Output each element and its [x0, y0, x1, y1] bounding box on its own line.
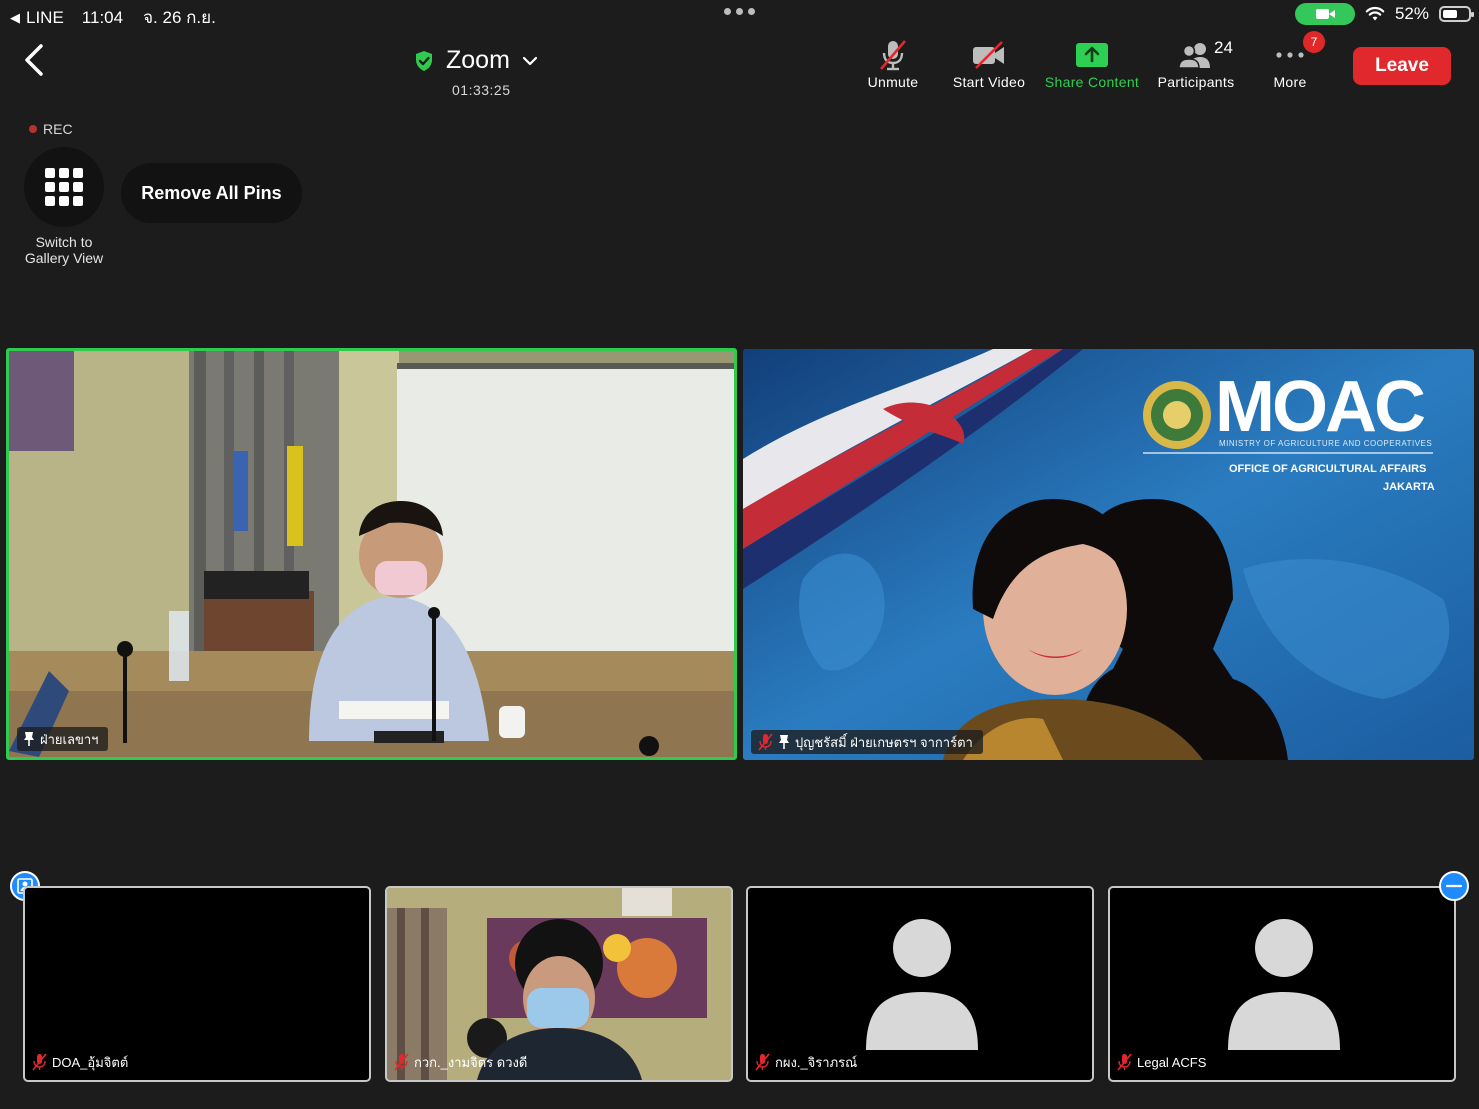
- back-to-app-icon[interactable]: ◀: [10, 10, 20, 26]
- more-notification-badge: 7: [1303, 31, 1325, 53]
- participant-name: Legal ACFS: [1137, 1054, 1207, 1070]
- more-dots-icon: [1276, 52, 1304, 58]
- video-thumbnail-3[interactable]: กผง._จิราภรณ์: [746, 886, 1094, 1082]
- muted-microphone-icon: [1117, 1053, 1132, 1071]
- recording-dot-icon: [29, 125, 37, 133]
- status-bar: ◀ LINE 11:04 จ. 26 ก.ย. 52%: [0, 0, 1479, 30]
- back-chevron-icon[interactable]: [20, 42, 50, 78]
- status-time: 11:04: [81, 7, 124, 27]
- pin-icon: [779, 735, 789, 749]
- back-app-label[interactable]: LINE: [26, 8, 64, 28]
- name-tag: Legal ACFS: [1116, 1050, 1206, 1074]
- meeting-timer: 01:33:25: [452, 82, 511, 98]
- video-tile-pinned-1[interactable]: ฝ่ายเลขาฯ: [6, 348, 737, 760]
- battery-percent: 52%: [1394, 4, 1429, 23]
- muted-microphone-icon: [755, 1053, 770, 1071]
- start-video-button[interactable]: Start Video: [946, 36, 1032, 90]
- muted-microphone-icon: [394, 1053, 409, 1071]
- status-date: จ. 26 ก.ย.: [143, 8, 216, 27]
- muted-microphone-icon: [32, 1053, 47, 1071]
- chevron-down-icon[interactable]: [522, 55, 538, 67]
- more-label: More: [1273, 74, 1307, 90]
- pin-icon: [24, 732, 34, 746]
- minimize-strip-button[interactable]: [1439, 871, 1469, 901]
- start-video-label: Start Video: [952, 74, 1026, 90]
- remove-all-pins-button[interactable]: Remove All Pins: [121, 163, 302, 223]
- battery-icon: [1439, 6, 1474, 22]
- unmute-button[interactable]: Unmute: [862, 36, 924, 90]
- recording-indicator: REC: [29, 121, 73, 137]
- share-content-label: Share Content: [1044, 74, 1140, 90]
- name-tag: ฝ่ายเลขาฯ: [17, 727, 109, 751]
- participant-name: กวก._งามจิตร ดวงดี: [414, 1054, 528, 1070]
- shield-check-icon: [416, 50, 432, 71]
- participants-icon: [1178, 43, 1210, 69]
- video-thumbnail-2[interactable]: กวก._งามจิตร ดวงดี: [385, 886, 733, 1082]
- participants-count: 24: [1214, 38, 1233, 57]
- camera-in-use-icon: [1294, 3, 1355, 25]
- video-thumbnail-1[interactable]: DOA_อุ้มจิตต์: [23, 886, 371, 1082]
- meeting-title[interactable]: Zoom: [414, 46, 538, 75]
- meeting-room-video: [9, 351, 734, 757]
- participants-label: Participants: [1157, 74, 1235, 90]
- share-content-button[interactable]: Share Content: [1040, 36, 1144, 90]
- leave-button[interactable]: Leave: [1353, 47, 1451, 85]
- recording-label: REC: [43, 121, 73, 137]
- moac-city-text: JAKARTA: [1383, 481, 1435, 493]
- unmute-label: Unmute: [867, 74, 919, 90]
- default-avatar-icon: [866, 919, 978, 1050]
- name-tag: กวก._งามจิตร ดวงดี: [393, 1050, 527, 1074]
- name-tag: กผง._จิราภรณ์: [754, 1050, 857, 1074]
- multitasking-dots-icon[interactable]: [724, 8, 755, 15]
- minus-icon: [1445, 884, 1463, 888]
- name-tag: DOA_อุ้มจิตต์: [31, 1050, 128, 1074]
- switch-to-gallery-view-button[interactable]: [24, 147, 104, 227]
- meeting-title-text[interactable]: Zoom: [446, 46, 510, 75]
- participant-name: ปุญชรัสมิ์ ฝ่ายเกษตรฯ จาการ์ตา: [795, 734, 973, 750]
- moac-ministry-text: MINISTRY OF AGRICULTURE AND COOPERATIVES: [1219, 439, 1433, 448]
- participant-name: ฝ่ายเลขาฯ: [40, 731, 99, 747]
- status-bar-right: 52%: [1294, 3, 1474, 25]
- status-bar-left[interactable]: ◀ LINE 11:04 จ. 26 ก.ย.: [10, 4, 216, 31]
- muted-microphone-icon: [758, 733, 773, 751]
- grid-icon: [45, 168, 83, 206]
- participant-name: DOA_อุ้มจิตต์: [52, 1054, 129, 1070]
- participant-name: กผง._จิราภรณ์: [775, 1054, 858, 1070]
- share-screen-icon: [1076, 43, 1108, 67]
- gallery-view-label: Switch to Gallery View: [24, 234, 104, 266]
- moac-logo-text: MOAC: [1215, 367, 1426, 447]
- moac-office-text: OFFICE OF AGRICULTURAL AFFAIRS: [1229, 463, 1427, 475]
- name-tag: ปุญชรัสมิ์ ฝ่ายเกษตรฯ จาการ์ตา: [751, 730, 983, 754]
- default-avatar-icon: [1228, 919, 1340, 1050]
- muted-microphone-icon: [880, 40, 906, 71]
- video-off-icon: [973, 41, 1004, 69]
- wifi-icon: [1365, 6, 1385, 21]
- video-thumbnail-4[interactable]: Legal ACFS: [1108, 886, 1456, 1082]
- video-tile-pinned-2[interactable]: MOAC MINISTRY OF AGRICULTURE AND COOPERA…: [743, 349, 1474, 760]
